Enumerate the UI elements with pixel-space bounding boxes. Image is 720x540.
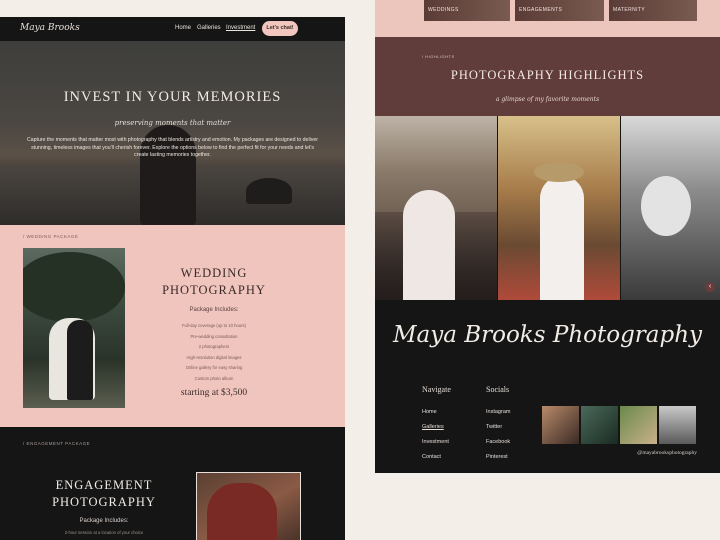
hat-shape: [534, 162, 584, 182]
palm-tree-shape: [23, 252, 125, 322]
tile-maternity-label: MATERNITY: [613, 7, 646, 13]
footer-navigate-list: Home Galleries Investment Contact: [422, 405, 449, 465]
lets-chat-button[interactable]: Let's chat!: [262, 21, 298, 36]
list-item: Pre-wedding consultation: [190, 333, 238, 339]
footer-brand: Maya Brooks Photography: [392, 322, 703, 348]
engagement-title-line2: PHOTOGRAPHY: [52, 495, 156, 509]
footer-link-pinterest[interactable]: Pinterest: [486, 450, 510, 465]
bride-shape: [403, 190, 455, 300]
instagram-thumb[interactable]: [581, 406, 618, 444]
wedding-package-section: / WEDDING PACKAGE WEDDING PHOTOGRAPHY Pa…: [0, 225, 345, 427]
instagram-thumb[interactable]: [659, 406, 696, 444]
engagement-includes-heading: Package Includes:: [79, 518, 129, 524]
instagram-thumb[interactable]: [542, 406, 579, 444]
hero-rock-image: [246, 178, 292, 204]
tile-engagements[interactable]: ENGAGEMENTS: [515, 0, 604, 21]
footer-link-twitter[interactable]: Twitter: [486, 420, 510, 435]
groom-shape: [67, 320, 93, 400]
site-footer: Maya Brooks Photography Navigate Home Ga…: [375, 300, 720, 473]
wedding-title-line2: PHOTOGRAPHY: [162, 283, 266, 297]
wedding-includes-heading: Package Includes:: [189, 307, 239, 313]
highlights-label: / HIGHLIGHTS: [422, 54, 455, 59]
tile-engagements-label: ENGAGEMENTS: [519, 7, 563, 13]
engagement-first-item: 2-hour session at a location of your cho…: [64, 530, 144, 535]
tile-weddings-label: WEDDINGS: [428, 7, 459, 13]
highlights-title: PHOTOGRAPHY HIGHLIGHTS: [450, 68, 645, 82]
footer-link-contact[interactable]: Contact: [422, 450, 449, 465]
footer-socials-list: Instagram Twitter Facebook Pinterest: [486, 405, 510, 465]
list-item: Online gallery for easy sharing: [185, 365, 243, 371]
wedding-title: WEDDING PHOTOGRAPHY: [150, 265, 278, 299]
gallery-photo-maternity[interactable]: [498, 116, 620, 300]
engagement-title: ENGAGEMENT PHOTOGRAPHY: [38, 477, 170, 511]
footer-link-investment[interactable]: Investment: [422, 435, 449, 450]
engagement-package-section: / ENGAGEMENT PACKAGE ENGAGEMENT PHOTOGRA…: [0, 427, 345, 540]
nav-link-galleries[interactable]: Galleries: [197, 25, 221, 31]
highlights-gallery: ‹: [375, 116, 720, 300]
nav-link-investment[interactable]: Investment: [226, 25, 255, 31]
footer-link-galleries[interactable]: Galleries: [422, 420, 449, 435]
site-logo[interactable]: Maya Brooks: [20, 23, 80, 33]
portfolio-page: WEDDINGS ENGAGEMENTS MATERNITY / HIGHLIG…: [375, 0, 720, 473]
wedding-section-label: / WEDDING PACKAGE: [23, 234, 79, 239]
hands-shape: [641, 176, 691, 236]
footer-link-home[interactable]: Home: [422, 405, 449, 420]
engagement-section-label: / ENGAGEMENT PACKAGE: [23, 441, 91, 446]
list-item: High-resolution digital images: [186, 354, 242, 360]
footer-link-instagram[interactable]: Instagram: [486, 405, 510, 420]
instagram-handle[interactable]: @mayabrooksphotography: [542, 450, 697, 456]
wedding-includes-list: Full-day coverage (up to 10 hours) Pre-w…: [150, 321, 278, 385]
category-strip: WEDDINGS ENGAGEMENTS MATERNITY: [375, 0, 720, 37]
wedding-couple-photo: [23, 248, 125, 408]
footer-socials-heading: Socials: [486, 385, 510, 394]
wedding-title-line1: WEDDING: [180, 266, 248, 280]
instagram-thumb[interactable]: [620, 406, 657, 444]
list-item: Custom photo album: [194, 375, 234, 381]
highlights-section: / HIGHLIGHTS PHOTOGRAPHY HIGHLIGHTS a gl…: [375, 37, 720, 116]
engagement-figure-shape: [207, 483, 277, 540]
maternity-figure-shape: [540, 176, 584, 300]
chevron-left-icon[interactable]: ‹: [705, 282, 715, 292]
top-nav: Maya Brooks Home Galleries Investment Le…: [0, 17, 345, 41]
instagram-thumbnails: [542, 406, 697, 444]
hero-section: INVEST IN YOUR MEMORIES preserving momen…: [0, 41, 345, 225]
investment-page: Maya Brooks Home Galleries Investment Le…: [0, 17, 345, 540]
hero-subtitle: preserving moments that matter: [114, 119, 231, 127]
nav-link-home[interactable]: Home: [175, 25, 191, 31]
engagement-title-line1: ENGAGEMENT: [55, 478, 153, 492]
list-item: Full-day coverage (up to 10 hours): [181, 323, 246, 328]
hero-title: INVEST IN YOUR MEMORIES: [63, 89, 282, 105]
gallery-photo-hands[interactable]: ‹: [621, 116, 720, 300]
footer-link-facebook[interactable]: Facebook: [486, 435, 510, 450]
tile-maternity[interactable]: MATERNITY: [609, 0, 697, 21]
footer-navigate-heading: Navigate: [422, 385, 451, 394]
hero-body-text: Capture the moments that matter most wit…: [27, 137, 318, 158]
gallery-photo-bride-bouquet[interactable]: [375, 116, 497, 300]
engagement-photo: [196, 472, 301, 540]
wedding-price: starting at $3,500: [180, 388, 248, 398]
tile-weddings[interactable]: WEDDINGS: [424, 0, 510, 21]
list-item: 2 photographers: [198, 344, 230, 350]
highlights-subtitle: a glimpse of my favorite moments: [495, 96, 600, 103]
